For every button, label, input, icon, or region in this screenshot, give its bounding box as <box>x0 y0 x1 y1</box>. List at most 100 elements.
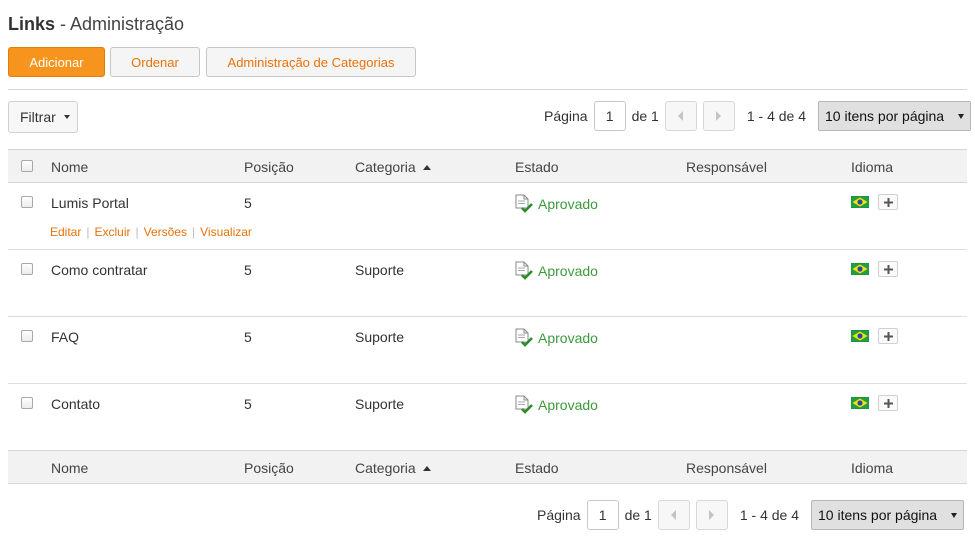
plus-icon <box>883 398 893 408</box>
sort-ascending-icon <box>422 466 431 471</box>
action-separator: | <box>191 225 196 239</box>
pager-bottom: Página de 1 1 - 4 de 4 10 itens por pági… <box>537 500 964 530</box>
row-position: 5 <box>244 396 252 412</box>
column-header-position[interactable]: Posição <box>244 159 294 175</box>
chevron-right-icon <box>716 111 722 121</box>
sort-ascending-icon <box>422 165 431 170</box>
row-status-label: Aprovado <box>538 263 598 279</box>
row-action-view[interactable]: Visualizar <box>200 225 252 239</box>
add-button[interactable]: Adicionar <box>8 47 105 77</box>
document-check-icon <box>515 194 533 213</box>
page-title: Links - Administração <box>8 14 184 35</box>
column-header-category[interactable]: Categoria <box>355 460 431 476</box>
table-footer-header: Nome Posição Categoria Estado Responsáve… <box>8 450 967 484</box>
add-language-button[interactable] <box>878 395 898 411</box>
column-header-status[interactable]: Estado <box>515 460 559 476</box>
select-all-checkbox[interactable] <box>21 160 33 172</box>
page-total: de 1 <box>631 108 659 124</box>
page-range: 1 - 4 de 4 <box>746 108 806 124</box>
row-checkbox[interactable] <box>21 330 33 342</box>
row-checkbox[interactable] <box>21 196 33 208</box>
row-action-delete[interactable]: Excluir <box>94 225 130 239</box>
row-status-label: Aprovado <box>538 397 598 413</box>
pager-top: Página de 1 1 - 4 de 4 10 itens por pági… <box>544 101 971 131</box>
row-action-edit[interactable]: Editar <box>50 225 81 239</box>
prev-page-button[interactable] <box>664 101 697 131</box>
column-header-category-label: Categoria <box>355 159 416 175</box>
column-header-owner[interactable]: Responsável <box>686 460 767 476</box>
row-status: Aprovado <box>514 194 598 214</box>
document-check-icon <box>515 395 533 414</box>
column-header-category[interactable]: Categoria <box>355 159 431 175</box>
row-position: 5 <box>244 329 252 345</box>
page-total: de 1 <box>624 507 652 523</box>
order-button[interactable]: Ordenar <box>110 47 200 77</box>
row-name[interactable]: Contato <box>51 396 100 412</box>
column-header-language[interactable]: Idioma <box>851 460 893 476</box>
row-name[interactable]: Lumis Portal <box>51 195 129 211</box>
row-category: Suporte <box>355 262 405 278</box>
toolbar-divider <box>8 89 967 90</box>
column-header-position[interactable]: Posição <box>244 460 294 476</box>
column-header-owner[interactable]: Responsável <box>686 159 767 175</box>
filter-dropdown[interactable]: Filtrar <box>8 101 78 133</box>
column-header-language[interactable]: Idioma <box>851 159 893 175</box>
row-action-versions[interactable]: Versões <box>144 225 187 239</box>
caret-down-icon <box>63 115 70 119</box>
action-separator: | <box>135 225 139 239</box>
filter-label: Filtrar <box>20 109 56 125</box>
caret-down-icon <box>951 512 957 518</box>
table-row: Como contratar 5 Suporte Aprovado <box>8 250 967 317</box>
categories-admin-button[interactable]: Administração de Categorias <box>206 47 416 77</box>
plus-icon <box>883 331 893 341</box>
row-status: Aprovado <box>514 261 598 281</box>
next-page-button[interactable] <box>695 500 728 530</box>
add-language-button[interactable] <box>878 328 898 344</box>
add-language-button[interactable] <box>878 194 898 210</box>
chevron-left-icon <box>678 111 684 121</box>
row-checkbox[interactable] <box>21 397 33 409</box>
page-title-sub: - Administração <box>55 14 185 34</box>
plus-icon <box>883 197 893 207</box>
chevron-right-icon <box>709 510 715 520</box>
action-separator: | <box>86 225 90 239</box>
prev-page-button[interactable] <box>657 500 690 530</box>
document-check-icon <box>515 328 533 347</box>
per-page-value: 10 itens por página <box>818 507 938 523</box>
chevron-left-icon <box>671 510 677 520</box>
row-status: Aprovado <box>514 328 598 348</box>
row-actions: Editar | Excluir | Versões | Visualizar <box>50 225 252 239</box>
page-label: Página <box>544 108 588 124</box>
brazil-flag-icon[interactable] <box>851 330 869 342</box>
per-page-select[interactable]: 10 itens por página <box>818 101 971 131</box>
brazil-flag-icon[interactable] <box>851 397 869 409</box>
page-title-main: Links <box>8 14 56 34</box>
column-header-status[interactable]: Estado <box>515 159 559 175</box>
row-status-label: Aprovado <box>538 330 598 346</box>
table-row: Lumis Portal 5 Aprovado Editar | Excluir… <box>8 183 967 250</box>
table-row: Contato 5 Suporte Aprovado <box>8 384 967 451</box>
document-check-icon <box>515 261 533 280</box>
add-language-button[interactable] <box>878 261 898 277</box>
next-page-button[interactable] <box>702 101 735 131</box>
table-row: FAQ 5 Suporte Aprovado <box>8 317 967 384</box>
row-checkbox[interactable] <box>21 263 33 275</box>
row-name[interactable]: FAQ <box>51 329 79 345</box>
column-header-category-label: Categoria <box>355 460 416 476</box>
column-header-name[interactable]: Nome <box>51 159 88 175</box>
column-header-name[interactable]: Nome <box>51 460 88 476</box>
page-range: 1 - 4 de 4 <box>739 507 799 523</box>
page-number-input[interactable] <box>586 500 619 530</box>
page-label: Página <box>537 507 581 523</box>
page-number-input[interactable] <box>593 101 626 131</box>
plus-icon <box>883 264 893 274</box>
caret-down-icon <box>958 113 964 119</box>
brazil-flag-icon[interactable] <box>851 196 869 208</box>
row-name[interactable]: Como contratar <box>51 262 147 278</box>
row-category: Suporte <box>355 329 405 345</box>
per-page-select[interactable]: 10 itens por página <box>811 500 964 530</box>
row-status: Aprovado <box>514 395 598 415</box>
row-position: 5 <box>244 195 252 211</box>
per-page-value: 10 itens por página <box>825 108 945 124</box>
brazil-flag-icon[interactable] <box>851 263 869 275</box>
